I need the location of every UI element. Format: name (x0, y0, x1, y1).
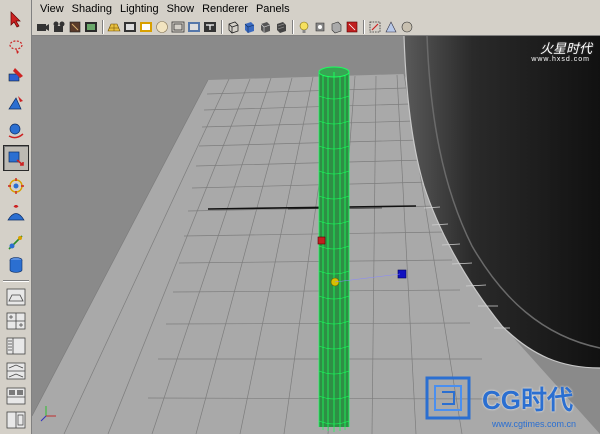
all-lights-icon[interactable] (313, 20, 327, 34)
safe-title-icon[interactable] (203, 20, 217, 34)
soft-modification-icon[interactable] (3, 201, 29, 227)
textured-icon[interactable] (274, 20, 288, 34)
gate-mask-icon[interactable] (155, 20, 169, 34)
persp-uv-layout-icon[interactable] (3, 407, 29, 433)
cylinder-wireframe (318, 66, 350, 432)
rotate-tool-icon[interactable] (3, 118, 29, 144)
four-view-layout-icon[interactable] (3, 308, 29, 334)
menu-shading[interactable]: Shading (68, 1, 116, 17)
perspective-viewport[interactable]: 火星时代 www.hxsd.com CG时代 www.cgtimes.com.c… (32, 36, 600, 434)
cgtimes-url: www.cgtimes.com.cn (492, 419, 577, 429)
watermark-hxsd-url: www.hxsd.com (531, 56, 590, 63)
shadows-icon[interactable] (329, 20, 343, 34)
resolution-gate-icon[interactable] (139, 20, 153, 34)
select-camera-icon[interactable] (36, 20, 50, 34)
panel-menubar: View Shading Lighting Show Renderer Pane… (32, 0, 600, 18)
menu-view[interactable]: View (36, 1, 68, 17)
safe-action-icon[interactable] (187, 20, 201, 34)
universal-manipulator-icon[interactable] (3, 173, 29, 199)
move-tool-icon[interactable] (3, 90, 29, 116)
toolbox-separator (3, 280, 29, 282)
single-perspective-layout-icon[interactable] (3, 284, 29, 310)
toolbar-separator (221, 19, 222, 34)
field-chart-icon[interactable] (171, 20, 185, 34)
smooth-shade-icon[interactable] (242, 20, 256, 34)
perspective-panel: View Shading Lighting Show Renderer Pane… (32, 0, 600, 434)
menu-lighting[interactable]: Lighting (116, 1, 163, 17)
grid-toggle-icon[interactable] (107, 20, 121, 34)
xray-icon[interactable] (384, 20, 398, 34)
menu-show[interactable]: Show (163, 1, 199, 17)
toolbar-separator (292, 19, 293, 34)
select-tool-icon[interactable] (3, 6, 29, 32)
toolbox (0, 0, 32, 434)
paint-select-tool-icon[interactable] (3, 62, 29, 88)
isolate-select-icon[interactable] (368, 20, 382, 34)
panel-toolbar (32, 18, 600, 36)
film-gate-icon[interactable] (123, 20, 137, 34)
x-axis-handle (317, 236, 326, 245)
camera-attributes-icon[interactable] (52, 20, 66, 34)
wireframe-shading-icon[interactable] (226, 20, 240, 34)
menu-panels[interactable]: Panels (252, 1, 294, 17)
backface-culling-icon[interactable] (400, 20, 414, 34)
persp-outliner-layout-icon[interactable] (3, 333, 29, 359)
menu-renderer[interactable]: Renderer (198, 1, 252, 17)
scale-tool-icon[interactable] (3, 145, 29, 171)
default-lighting-icon[interactable] (297, 20, 311, 34)
toolbar-separator (363, 19, 364, 34)
watermark-hxsd: 火星时代 (539, 42, 592, 57)
wire-on-shaded-icon[interactable] (258, 20, 272, 34)
bookmarks-icon[interactable] (68, 20, 82, 34)
watermark-cgtimes: CG时代 (482, 380, 573, 417)
viewport-scene (32, 36, 600, 434)
persp-graph-layout-icon[interactable] (3, 358, 29, 384)
hypershade-persp-layout-icon[interactable] (3, 383, 29, 409)
cgtimes-logo-text: CG时代 (482, 385, 574, 415)
lasso-tool-icon[interactable] (3, 34, 29, 60)
toolbar-separator (102, 19, 103, 34)
image-plane-icon[interactable] (84, 20, 98, 34)
render-region-icon[interactable] (345, 20, 359, 34)
last-tool-icon[interactable] (3, 252, 29, 278)
